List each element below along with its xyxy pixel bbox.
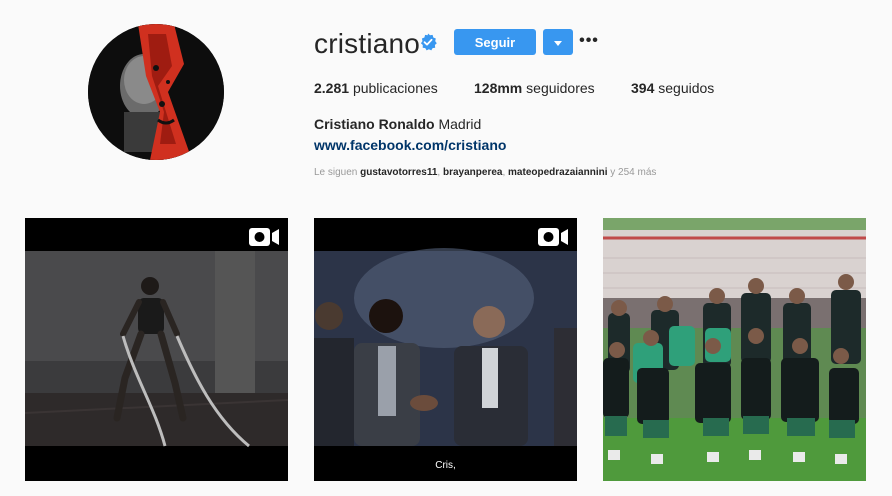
profile-avatar[interactable] <box>88 24 224 160</box>
bio-website-link[interactable]: www.facebook.com/cristiano <box>314 136 506 154</box>
post-thumbnail[interactable] <box>25 218 288 481</box>
suggestions-dropdown-button[interactable] <box>543 29 573 55</box>
bio-text: Madrid <box>438 116 482 132</box>
followed-by-user[interactable]: mateopedrazaiannini <box>508 167 607 178</box>
followed-by: Le siguen gustavotorres11, brayanperea, … <box>314 167 657 178</box>
more-options-icon: ••• <box>579 32 599 49</box>
post-thumbnail[interactable]: Cris, <box>314 218 577 481</box>
followed-by-user[interactable]: brayanperea <box>443 167 502 178</box>
bio-name: Cristiano Ronaldo Madrid <box>314 115 481 133</box>
followed-by-user[interactable]: gustavotorres11 <box>360 167 437 178</box>
full-name: Cristiano Ronaldo <box>314 116 435 132</box>
followers-count[interactable]: 128mm seguidores <box>474 79 595 97</box>
video-icon <box>248 226 280 248</box>
video-icon <box>537 226 569 248</box>
username: cristiano <box>314 28 421 59</box>
follow-button[interactable]: Seguir <box>454 29 536 55</box>
video-caption: Cris, <box>435 460 456 471</box>
verified-badge-icon <box>419 33 437 51</box>
post-thumbnail[interactable] <box>603 218 866 481</box>
more-options-button[interactable]: ••• <box>579 30 599 52</box>
followed-by-prefix: Le siguen <box>314 167 358 178</box>
followers-label: seguidores <box>526 80 595 96</box>
following-value: 394 <box>631 80 655 96</box>
following-label: seguidos <box>658 80 715 96</box>
posts-label: publicaciones <box>352 80 438 96</box>
following-count[interactable]: 394 seguidos <box>631 79 714 97</box>
followed-by-suffix: y 254 más <box>610 167 657 178</box>
posts-value: 2.281 <box>314 80 350 96</box>
posts-count: 2.281 publicaciones <box>314 79 438 97</box>
followers-value: 128mm <box>474 80 523 96</box>
caret-down-icon <box>554 33 562 51</box>
